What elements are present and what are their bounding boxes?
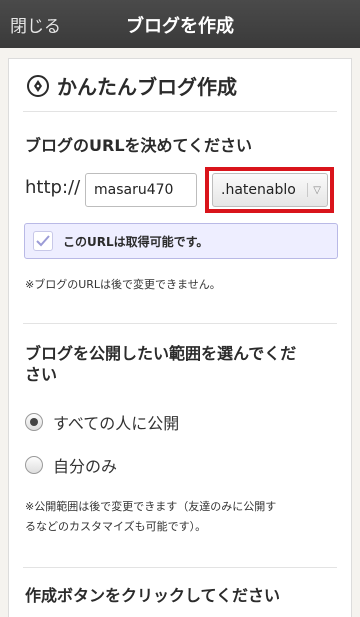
create-blog-card: かんたんブログ作成 ブログのURLを決めてください http:// .haten… (8, 58, 352, 617)
page-title: ブログを作成 (126, 16, 234, 37)
url-section-title: ブログのURLを決めてください (25, 136, 253, 155)
create-section-title: 作成ボタンをクリックしてください (25, 586, 281, 605)
section-heading: かんたんブログ作成 (27, 71, 237, 100)
radio-button-selected[interactable] (25, 413, 43, 431)
chevron-down-icon: ▽ (307, 183, 321, 197)
radio-button[interactable] (25, 456, 43, 474)
availability-notice: このURLは取得可能です。 (24, 223, 338, 259)
visibility-section-title: ブログを公開したい範囲を選んでくだ さい (25, 343, 296, 385)
radio-label: すべての人に公開 (53, 414, 180, 433)
radio-label: 自分のみ (53, 457, 118, 476)
visibility-title-line2: さい (25, 365, 58, 384)
visibility-title-line1: ブログを公開したい範囲を選んでくだ (25, 344, 297, 363)
url-prefix: http:// (25, 177, 81, 198)
availability-message: このURLは取得可能です。 (63, 234, 209, 249)
divider (23, 323, 337, 324)
divider (23, 567, 337, 568)
visibility-note: ※公開範囲は後で変更できます（友達のみに公開す るなどのカスタマイズも可能です）… (25, 497, 276, 537)
url-note: ※ブログのURLは後で変更できません。 (25, 278, 221, 291)
pen-nib-icon (27, 74, 49, 97)
subdomain-input[interactable] (85, 173, 197, 207)
domain-select[interactable]: .hatenablo ▽ (212, 173, 328, 207)
visibility-note-line1: ※公開範囲は後で変更できます（友達のみに公開す (25, 500, 277, 513)
checkmark-icon (33, 231, 53, 251)
radio-option-private[interactable]: 自分のみ (25, 453, 117, 477)
visibility-note-line2: るなどのカスタマイズも可能です）。 (25, 520, 207, 533)
radio-option-public[interactable]: すべての人に公開 (25, 410, 179, 434)
heading-text: かんたんブログ作成 (57, 75, 237, 99)
top-bar: 閉じる ブログを作成 (0, 0, 360, 48)
domain-select-value: .hatenablo (221, 182, 296, 198)
divider (23, 111, 337, 112)
